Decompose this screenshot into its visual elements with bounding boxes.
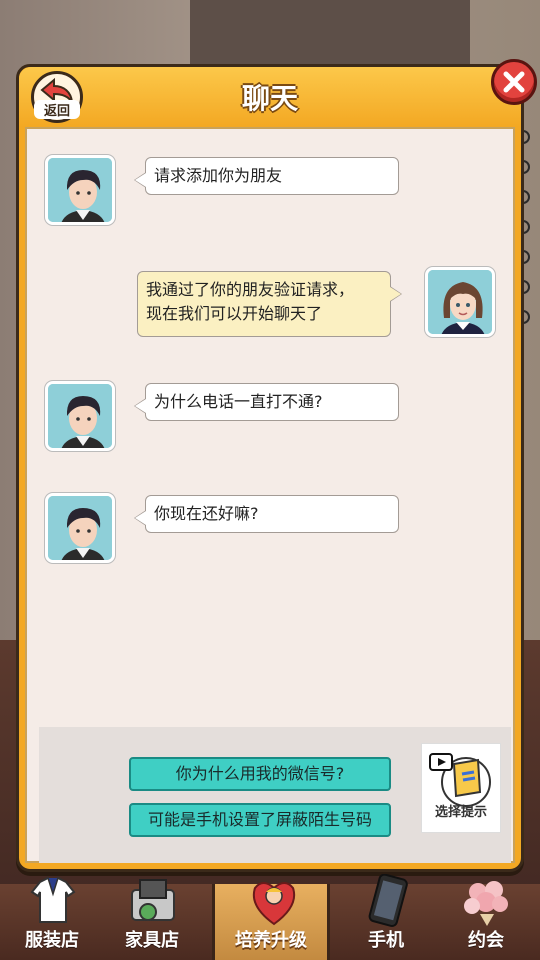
nav-date[interactable]: 约会 (438, 881, 534, 960)
reply-option-button[interactable]: 你为什么用我的微信号? (129, 757, 391, 791)
cupid-icon (252, 882, 296, 926)
nav-upgrade[interactable]: 培养升级 (212, 882, 330, 960)
nav-clothing-store[interactable]: 服装店 (4, 876, 100, 960)
dialog-header: 聊天 (19, 67, 521, 127)
reply-option-button[interactable]: 可能是手机设置了屏蔽陌生号码 (129, 803, 391, 837)
back-label: 返回 (34, 100, 80, 119)
close-icon (503, 71, 525, 93)
boy-avatar[interactable] (45, 493, 115, 563)
nav-label: 服装店 (25, 930, 79, 951)
boy-avatar[interactable] (45, 381, 115, 451)
boy-avatar[interactable] (45, 155, 115, 225)
nav-label: 培养升级 (235, 930, 307, 951)
message-bubble: 我通过了你的朋友验证请求， 现在我们可以开始聊天了 (137, 271, 402, 337)
hint-label: 选择提示 (434, 805, 487, 820)
nav-phone[interactable]: 手机 (338, 874, 434, 960)
clothing-icon (30, 876, 76, 923)
chat-dialog: 聊天 返回 请求添加你为朋友 我通过了你的朋友验证请求， 现在我们可以开始聊天了… (16, 59, 537, 872)
furniture-icon (131, 879, 175, 921)
flowers-icon (464, 881, 508, 926)
message-bubble: 你现在还好嘛? (134, 495, 399, 533)
dialog-title: 聊天 (241, 82, 298, 115)
message-text-line1: 我通过了你的朋友验证请求， (146, 280, 355, 299)
chat-message-area: 请求添加你为朋友 我通过了你的朋友验证请求， 现在我们可以开始聊天了 为什么电话… (25, 127, 515, 863)
message-bubble: 为什么电话一直打不通? (134, 383, 399, 421)
back-button[interactable]: 返回 (31, 71, 83, 123)
close-button[interactable] (491, 59, 537, 105)
reply-options-panel: 你为什么用我的微信号? 可能是手机设置了屏蔽陌生号码 选择提示 (39, 727, 511, 863)
phone-icon (368, 874, 408, 927)
nav-label: 手机 (368, 930, 404, 951)
message-text: 为什么电话一直打不通? (154, 392, 323, 411)
girl-avatar[interactable] (425, 267, 495, 337)
nav-label: 家具店 (125, 930, 179, 951)
background-window (190, 0, 470, 70)
bottom-navigation: 服装店 家具店 培养升级 手机 约会 (0, 874, 540, 960)
nav-label: 约会 (468, 930, 504, 951)
message-text: 你现在还好嘛? (154, 504, 259, 523)
choice-hint-button[interactable]: 选择提示 (421, 743, 501, 833)
nav-furniture-store[interactable]: 家具店 (104, 879, 200, 960)
message-text: 请求添加你为朋友 (154, 166, 283, 185)
message-bubble: 请求添加你为朋友 (134, 157, 399, 195)
message-text-line2: 现在我们可以开始聊天了 (146, 304, 323, 323)
